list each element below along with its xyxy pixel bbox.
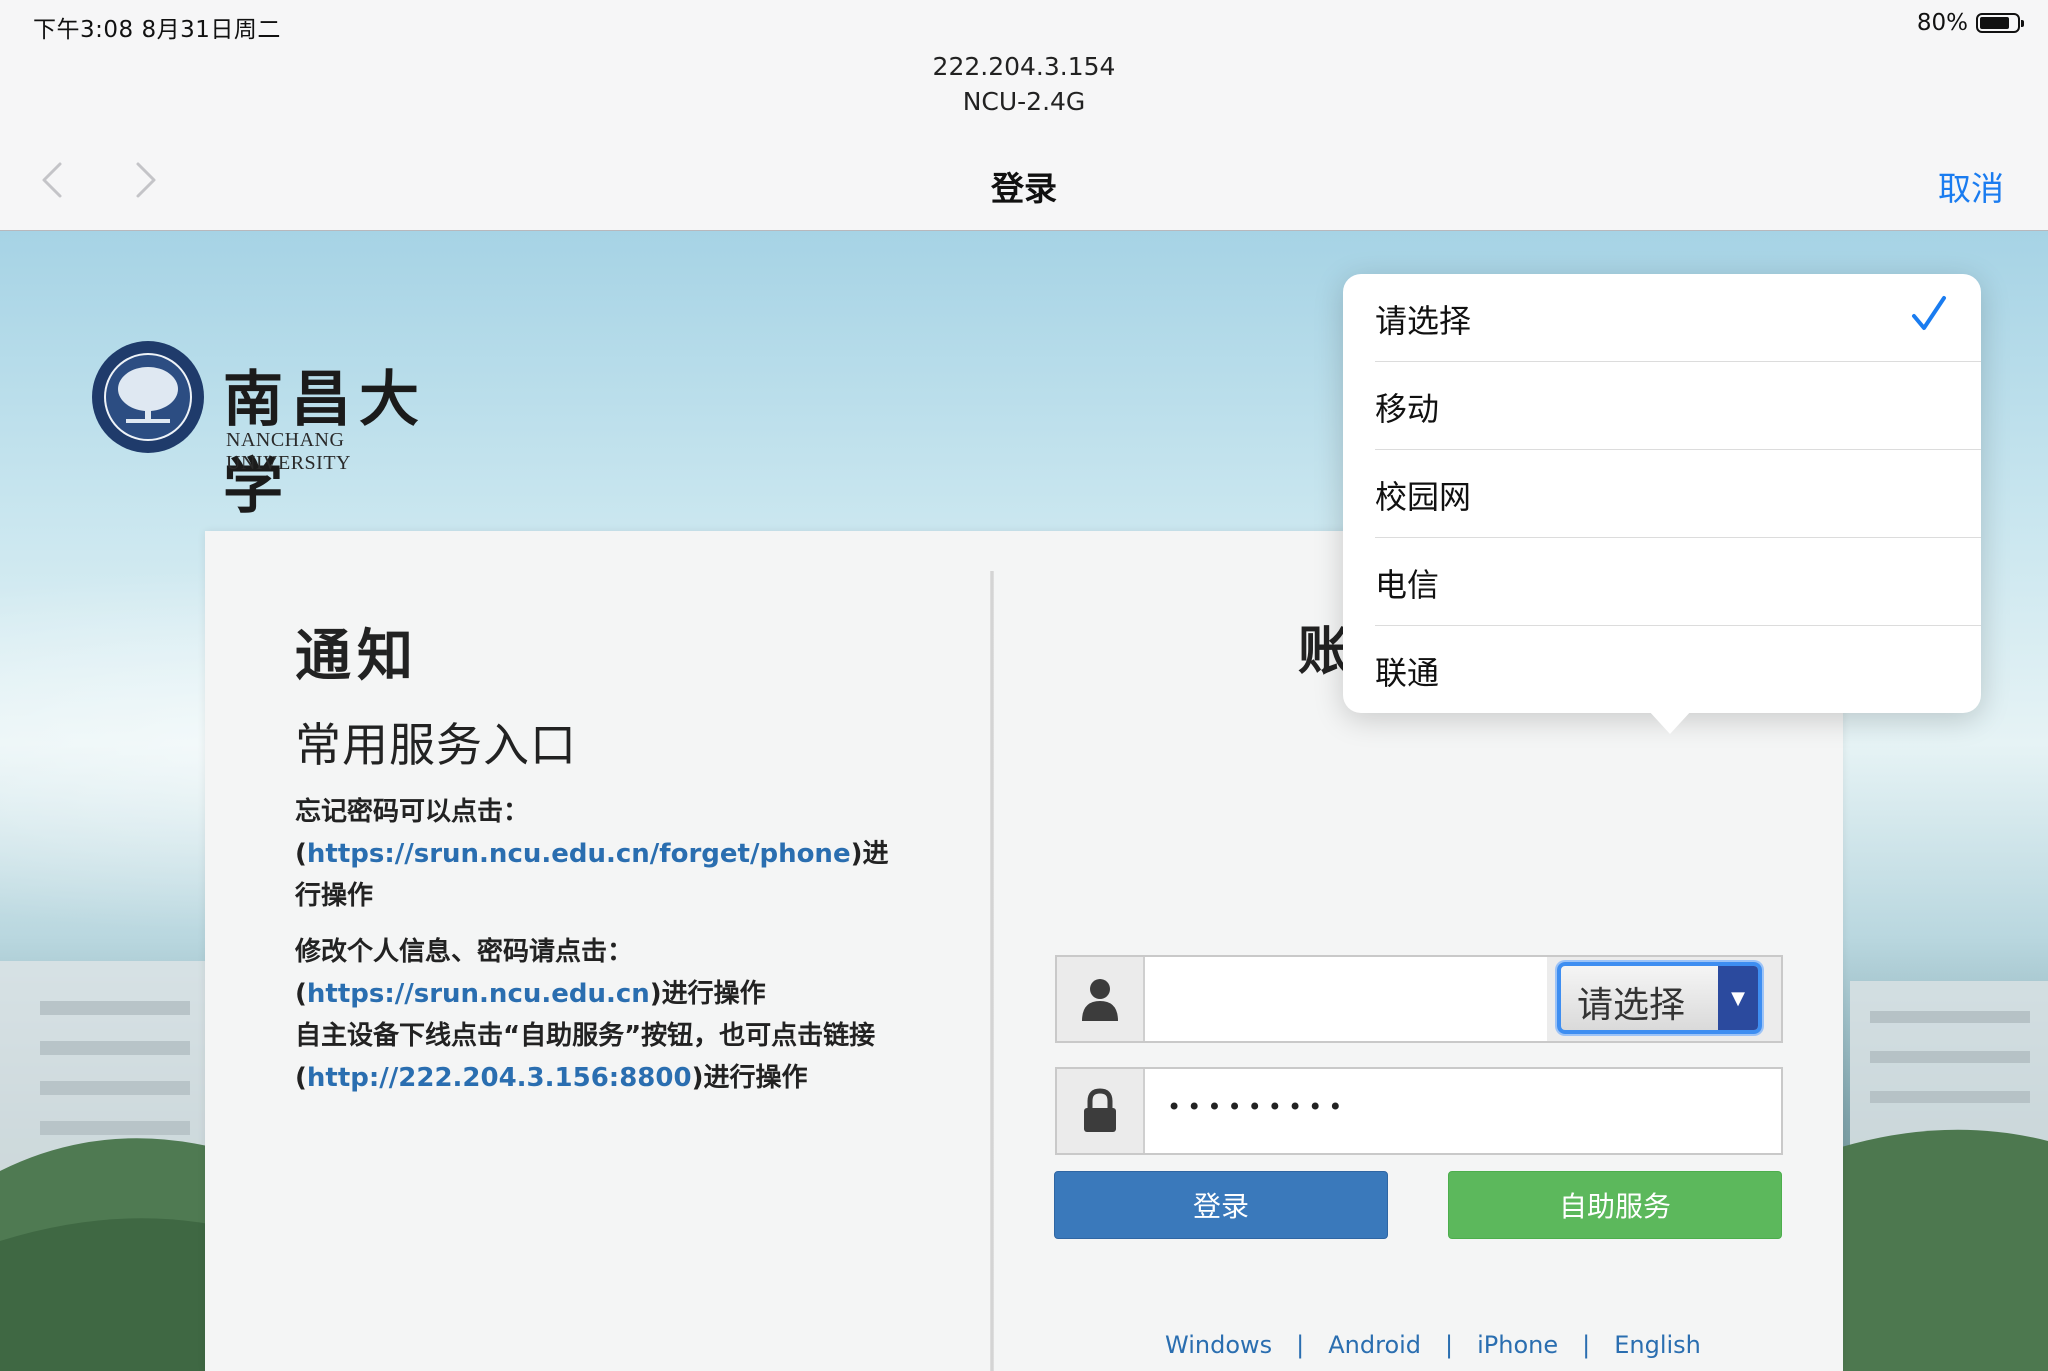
notice-title: 通知 — [295, 624, 419, 689]
status-bar: 下午3:08 8月31日周二 80% — [0, 0, 2048, 44]
status-time-date: 下午3:08 8月31日周二 — [33, 17, 281, 43]
isp-select-wrapper: 请选择 ▼ — [1547, 957, 1781, 1041]
password-input[interactable]: ••••••••• — [1167, 1093, 1348, 1121]
link-iphone[interactable]: iPhone — [1477, 1331, 1558, 1359]
isp-option-mobile[interactable]: 移动 — [1375, 362, 1981, 450]
link-separator: | — [1296, 1331, 1305, 1359]
university-seal-icon — [92, 341, 204, 453]
caret-down-icon: ▼ — [1718, 966, 1758, 1030]
battery-indicator: 80% — [1916, 10, 2024, 36]
lock-icon — [1057, 1069, 1145, 1153]
battery-icon — [1976, 13, 2024, 33]
university-logo: 南昌大学 NANCHANG UNIVERSITY — [90, 339, 470, 522]
battery-fill — [1980, 17, 2009, 29]
client-links: Windows | Android | iPhone | English — [1165, 1331, 1701, 1359]
self-service-button[interactable]: 自助服务 — [1448, 1171, 1782, 1239]
notice-forget-password: 忘记密码可以点击：(https://srun.ncu.edu.cn/forget… — [295, 797, 889, 911]
cancel-button[interactable]: 取消 — [1938, 162, 2004, 210]
navbar-title: 登录 — [991, 169, 1057, 208]
link-english[interactable]: English — [1614, 1331, 1701, 1359]
network-ip: 222.204.3.154 — [932, 52, 1116, 81]
isp-select-value: 请选择 — [1577, 985, 1686, 1026]
login-button[interactable]: 登录 — [1054, 1171, 1388, 1239]
panel-divider — [990, 571, 994, 1371]
notice-device-offline: 自主设备下线点击“自助服务”按钮，也可点击链接(http://222.204.3… — [295, 1021, 876, 1093]
isp-option-unicom[interactable]: 联通 — [1375, 626, 1981, 714]
isp-option-telecom[interactable]: 电信 — [1375, 538, 1981, 626]
battery-percent: 80% — [1916, 10, 1968, 36]
network-ssid: NCU-2.4G — [962, 87, 1086, 116]
edit-profile-link[interactable]: https://srun.ncu.edu.cn — [307, 979, 650, 1009]
password-row: ••••••••• — [1055, 1067, 1783, 1155]
isp-option-please-select[interactable]: 请选择 — [1375, 274, 1981, 362]
notice-edit-profile: 修改个人信息、密码请点击：(https://srun.ncu.edu.cn)进行… — [295, 937, 766, 1009]
username-row: 请选择 ▼ — [1055, 955, 1783, 1043]
isp-dropdown-popover: 请选择 移动 校园网 电信 联通 — [1343, 274, 1981, 713]
isp-option-campus[interactable]: 校园网 — [1375, 450, 1981, 538]
link-separator: | — [1445, 1331, 1454, 1359]
username-input[interactable] — [1147, 957, 1537, 1041]
link-separator: | — [1582, 1331, 1591, 1359]
notice-subtitle: 常用服务入口 — [295, 718, 577, 772]
user-icon — [1057, 957, 1145, 1041]
captive-portal-navbar: 登录 取消 — [0, 140, 2048, 230]
checkmark-icon — [1912, 296, 1946, 330]
link-android[interactable]: Android — [1328, 1331, 1421, 1359]
forget-password-link[interactable]: https://srun.ncu.edu.cn/forget/phone — [307, 839, 851, 869]
self-service-link[interactable]: http://222.204.3.156:8800 — [307, 1063, 692, 1093]
university-name-en: NANCHANG UNIVERSITY — [226, 429, 351, 474]
isp-select[interactable]: 请选择 ▼ — [1557, 962, 1762, 1034]
popover-arrow — [1648, 710, 1692, 734]
link-windows[interactable]: Windows — [1165, 1331, 1272, 1359]
